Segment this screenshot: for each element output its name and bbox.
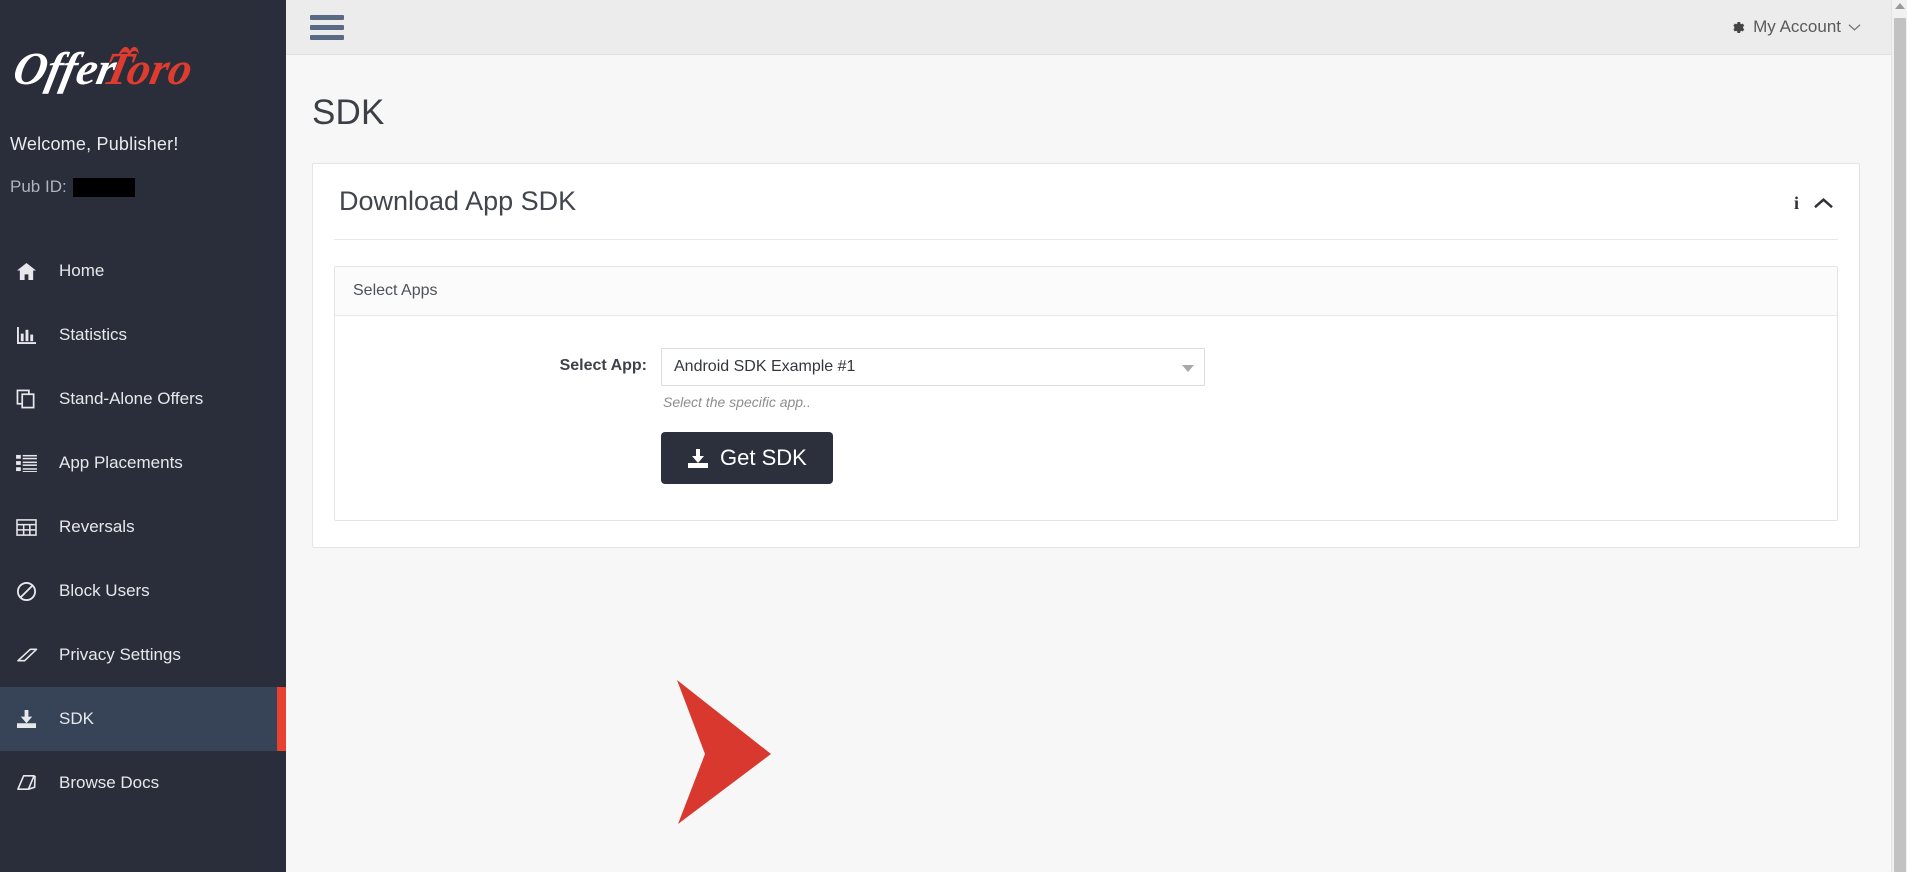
scrollbar-thumb[interactable] (1894, 18, 1906, 872)
sidebar-item-sdk[interactable]: SDK (0, 687, 286, 751)
chevron-up-icon[interactable] (1814, 197, 1833, 209)
select-app-selected-value: Android SDK Example #1 (674, 358, 856, 375)
sidebar-item-label: Statistics (59, 325, 128, 344)
panel-header: Download App SDK i (313, 164, 1859, 239)
select-app-label: Select App: (559, 357, 647, 374)
select-apps-header: Select Apps (335, 267, 1837, 316)
gear-icon (1729, 19, 1746, 36)
copy-icon (16, 389, 50, 409)
list-icon (16, 454, 50, 472)
scroll-up-arrow-icon[interactable] (1895, 3, 1905, 9)
my-account-menu[interactable]: My Account (1729, 17, 1885, 37)
select-app-help-text: Select the specific app.. (663, 394, 811, 410)
ban-icon (16, 581, 50, 602)
welcome-text: Welcome, Publisher! (10, 134, 179, 154)
sidebar-item-browse-docs[interactable]: Browse Docs (0, 751, 286, 815)
home-icon (16, 262, 50, 281)
hamburger-bar (310, 24, 344, 30)
sidebar-item-label: Reversals (59, 517, 135, 536)
bar-chart-icon (16, 326, 50, 345)
annotation-arrow (677, 680, 771, 824)
app-root: Offer Toro Welcome, Publisher! Pub ID: H… (0, 0, 1907, 872)
sidebar-item-block-users[interactable]: Block Users (0, 559, 286, 623)
eraser-icon (16, 646, 50, 664)
pub-id-row: Pub ID: (0, 155, 286, 197)
sidebar-item-label: SDK (59, 709, 94, 728)
table-icon (16, 518, 50, 537)
get-sdk-button[interactable]: Get SDK (661, 432, 833, 484)
panel-tools: i (1794, 186, 1833, 212)
sidebar-item-app-placements[interactable]: App Placements (0, 431, 286, 495)
pub-id-label: Pub ID: (10, 177, 67, 196)
sidebar-item-label: Browse Docs (59, 773, 160, 792)
sidebar-item-label: Privacy Settings (59, 645, 181, 664)
sidebar-item-label: Block Users (59, 581, 150, 600)
select-apps-body: Select App: Android SDK Example #1 Selec… (335, 316, 1837, 824)
book-icon (16, 773, 50, 793)
svg-text:Toro: Toro (99, 44, 197, 94)
sidebar: Offer Toro Welcome, Publisher! Pub ID: H… (0, 0, 286, 872)
panel-divider (334, 239, 1838, 240)
sidebar-item-reversals[interactable]: Reversals (0, 495, 286, 559)
info-icon[interactable]: i (1794, 194, 1799, 212)
page-title: SDK (312, 93, 385, 132)
page-scrollbar[interactable] (1891, 0, 1907, 872)
hamburger-bar (310, 34, 344, 40)
sidebar-item-label: App Placements (59, 453, 183, 472)
select-app-form-row: Select App: Android SDK Example #1 Selec… (335, 348, 1837, 410)
download-app-sdk-panel: Download App SDK i Select Apps Select Ap… (312, 163, 1860, 824)
get-sdk-button-label: Get SDK (720, 445, 807, 470)
top-bar: My Account (286, 0, 1907, 55)
pub-id-redacted-value (72, 177, 135, 197)
brand-logo[interactable]: Offer Toro (0, 0, 286, 120)
sidebar-item-label: Home (59, 261, 105, 280)
sidebar-nav: Home Statistics Stand-Alone Offers App P… (0, 239, 286, 815)
sidebar-item-home[interactable]: Home (0, 239, 286, 303)
hamburger-icon[interactable] (310, 14, 344, 40)
main-content: My Account SDK Download App SDK i Select… (286, 0, 1907, 872)
submit-row: Get SDK (335, 410, 1837, 484)
select-apps-subpanel: Select Apps Select App: Android SDK Exam… (334, 266, 1838, 824)
sidebar-item-stand-alone-offers[interactable]: Stand-Alone Offers (0, 367, 286, 431)
select-app-field: Android SDK Example #1 Select the specif… (661, 348, 1259, 410)
chevron-down-icon (1848, 23, 1861, 32)
download-icon (16, 709, 50, 729)
sidebar-item-label: Stand-Alone Offers (59, 389, 204, 408)
select-app-dropdown[interactable]: Android SDK Example #1 (661, 348, 1205, 386)
download-icon (687, 448, 709, 469)
sidebar-item-privacy-settings[interactable]: Privacy Settings (0, 623, 286, 687)
panel-title: Download App SDK (339, 186, 577, 216)
sidebar-item-statistics[interactable]: Statistics (0, 303, 286, 367)
caret-down-icon (1182, 365, 1194, 372)
my-account-label: My Account (1753, 17, 1841, 36)
hamburger-bar (310, 14, 344, 20)
